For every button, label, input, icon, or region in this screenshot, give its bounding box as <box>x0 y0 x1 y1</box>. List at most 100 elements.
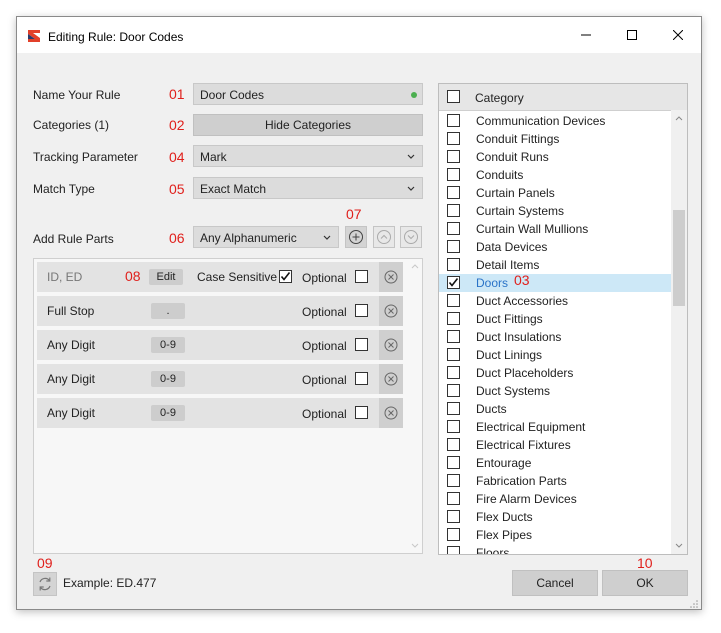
remove-part-button[interactable] <box>379 330 403 360</box>
category-checkbox[interactable] <box>447 150 460 163</box>
category-checkbox[interactable] <box>447 168 460 181</box>
optional-checkbox[interactable] <box>355 338 368 351</box>
tracking-select[interactable]: Mark <box>193 145 423 167</box>
optional-checkbox[interactable] <box>355 270 368 283</box>
category-item[interactable]: Curtain Systems <box>439 202 671 220</box>
rule-part-row: Any Digit 0-9 Optional <box>37 364 379 394</box>
rule-part-select[interactable]: Any Alphanumeric <box>193 226 339 248</box>
category-item[interactable]: Detail Items <box>439 256 671 274</box>
category-item[interactable]: Electrical Fixtures <box>439 436 671 454</box>
match-label: Match Type <box>33 182 95 196</box>
category-checkbox[interactable] <box>447 204 460 217</box>
category-item[interactable]: Fabrication Parts <box>439 472 671 490</box>
category-checkbox[interactable] <box>447 330 460 343</box>
category-item[interactable]: Duct Fittings <box>439 310 671 328</box>
category-checkbox[interactable] <box>447 294 460 307</box>
category-item[interactable]: Electrical Equipment <box>439 418 671 436</box>
rule-part-label: Any Digit <box>47 406 96 420</box>
category-item[interactable]: Curtain Panels <box>439 184 671 202</box>
category-label: Curtain Wall Mullions <box>476 222 589 236</box>
close-button[interactable] <box>655 17 701 53</box>
remove-part-button[interactable] <box>379 398 403 428</box>
category-checkbox[interactable] <box>447 492 460 505</box>
editing-rule-window: Editing Rule: Door Codes Name Your Rule … <box>16 16 702 610</box>
category-item[interactable]: Flex Ducts <box>439 508 671 526</box>
hide-categories-button[interactable]: Hide Categories <box>193 114 423 136</box>
category-checkbox[interactable] <box>447 114 460 127</box>
category-checkbox[interactable] <box>447 312 460 325</box>
category-item[interactable]: Conduit Fittings <box>439 130 671 148</box>
callout-01: 01 <box>169 86 185 102</box>
minimize-button[interactable] <box>563 17 609 53</box>
category-label: Communication Devices <box>476 114 606 128</box>
category-scrollbar[interactable] <box>671 110 687 554</box>
category-item[interactable]: Entourage <box>439 454 671 472</box>
optional-checkbox[interactable] <box>355 372 368 385</box>
resize-grip-icon[interactable] <box>689 599 699 609</box>
case-sensitive-checkbox[interactable] <box>279 270 292 283</box>
cancel-button[interactable]: Cancel <box>512 570 598 596</box>
category-item[interactable]: Fire Alarm Devices <box>439 490 671 508</box>
category-checkbox[interactable] <box>447 402 460 415</box>
category-checkbox[interactable] <box>447 240 460 253</box>
move-up-button[interactable] <box>373 226 395 248</box>
add-part-button[interactable] <box>345 226 367 248</box>
optional-checkbox[interactable] <box>355 406 368 419</box>
category-checkbox[interactable] <box>447 546 460 554</box>
remove-circle-icon <box>384 338 398 352</box>
category-label: Duct Accessories <box>476 294 569 308</box>
rule-part-label: Any Digit <box>47 372 96 386</box>
category-item[interactable]: Conduits <box>439 166 671 184</box>
category-checkbox[interactable] <box>447 510 460 523</box>
category-item[interactable]: Conduit Runs <box>439 148 671 166</box>
callout-04: 04 <box>169 149 185 165</box>
part-token: 0-9 <box>151 371 185 387</box>
category-checkbox[interactable] <box>447 420 460 433</box>
category-checkbox[interactable] <box>447 384 460 397</box>
maximize-button[interactable] <box>609 17 655 53</box>
category-item[interactable]: Ducts <box>439 400 671 418</box>
category-label: Duct Systems <box>476 384 551 398</box>
category-item[interactable]: Duct Systems <box>439 382 671 400</box>
move-down-button[interactable] <box>400 226 422 248</box>
category-item[interactable]: Flex Pipes <box>439 526 671 544</box>
category-checkbox[interactable] <box>447 132 460 145</box>
category-checkbox[interactable] <box>447 186 460 199</box>
category-checkbox[interactable] <box>447 258 460 271</box>
category-label: Duct Placeholders <box>476 366 574 380</box>
category-item[interactable]: Doors <box>439 274 671 292</box>
category-checkbox[interactable] <box>447 474 460 487</box>
ok-button[interactable]: OK <box>602 570 688 596</box>
category-checkbox[interactable] <box>447 366 460 379</box>
checkmark-icon <box>448 278 459 287</box>
rule-part-label: ID, ED <box>47 270 83 284</box>
rule-name-input[interactable]: Door Codes <box>193 83 423 105</box>
parts-scrollbar[interactable] <box>408 259 422 553</box>
category-item[interactable]: Duct Placeholders <box>439 364 671 382</box>
categories-label: Categories (1) <box>33 118 110 132</box>
category-item[interactable]: Communication Devices <box>439 112 671 130</box>
refresh-example-button[interactable] <box>33 572 57 596</box>
category-item[interactable]: Duct Accessories <box>439 292 671 310</box>
category-checkbox[interactable] <box>447 528 460 541</box>
category-checkbox[interactable] <box>447 438 460 451</box>
title-bar: Editing Rule: Door Codes <box>17 17 701 53</box>
category-checkbox[interactable] <box>447 222 460 235</box>
category-item[interactable]: Duct Insulations <box>439 328 671 346</box>
select-all-checkbox[interactable] <box>447 90 460 103</box>
category-item[interactable]: Curtain Wall Mullions <box>439 220 671 238</box>
edit-button[interactable]: Edit <box>149 269 183 285</box>
category-checkbox[interactable] <box>447 348 460 361</box>
remove-part-button[interactable] <box>379 364 403 394</box>
category-item[interactable]: Floors <box>439 544 671 554</box>
scroll-thumb[interactable] <box>673 210 685 306</box>
remove-part-button[interactable] <box>379 262 403 292</box>
category-label: Electrical Fixtures <box>476 438 571 452</box>
category-item[interactable]: Data Devices <box>439 238 671 256</box>
category-checkbox[interactable] <box>447 456 460 469</box>
category-item[interactable]: Duct Linings <box>439 346 671 364</box>
match-type-select[interactable]: Exact Match <box>193 177 423 199</box>
remove-part-button[interactable] <box>379 296 403 326</box>
category-checkbox[interactable] <box>447 276 460 289</box>
optional-checkbox[interactable] <box>355 304 368 317</box>
